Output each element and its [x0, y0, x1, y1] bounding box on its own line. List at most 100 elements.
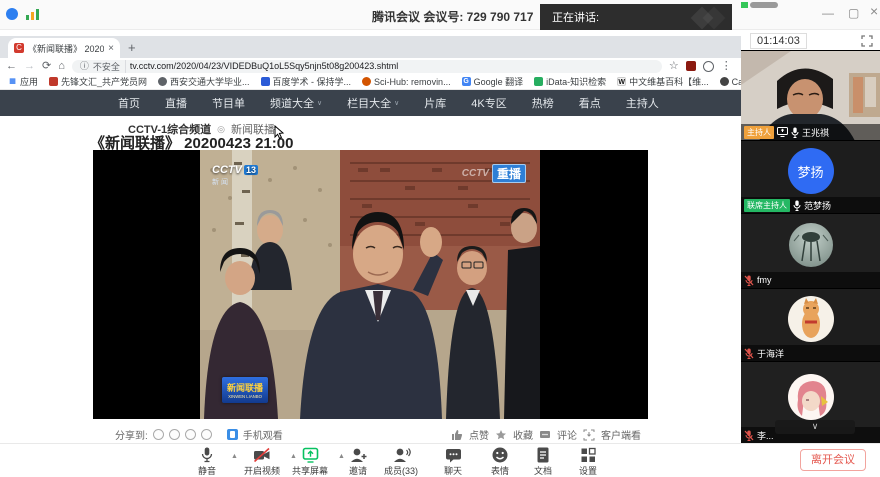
participant-sidebar: 主持人 王兆祺 梦扬 联席主持人 范梦扬 fmy: [741, 50, 880, 443]
tab-close-icon[interactable]: ×: [108, 43, 114, 54]
cctv-favicon: C: [14, 43, 24, 53]
leave-meeting-button[interactable]: 离开会议: [800, 449, 866, 471]
bookmarks-bar: ▦应用 先锋文汇_共产党员网 西安交通大学毕业... 百度学术 - 保持学...…: [0, 74, 741, 90]
minimize-button[interactable]: —: [822, 6, 834, 20]
share-wechat-icon[interactable]: [153, 429, 164, 440]
mobile-watch-icon[interactable]: [227, 429, 238, 440]
nav-library[interactable]: 片库: [424, 95, 446, 111]
url-text: tv.cctv.com/2020/04/23/VIDEDBuQ1oL5Sqy5n…: [130, 61, 398, 71]
client-download-icon[interactable]: [583, 429, 595, 441]
bookmark-item[interactable]: 西安交通大学毕业...: [158, 75, 250, 88]
maximize-button[interactable]: ▢: [848, 6, 859, 20]
participant-tile[interactable]: fmy: [741, 213, 880, 288]
cohost-badge: 联席主持人: [744, 199, 790, 212]
site-nav: 首页 直播 节目单 频道大全∨ 栏目大全∨ 片库 4K专区 热榜 看点 主持人: [0, 90, 741, 116]
channel-logo: CCTV13 新闻: [212, 164, 258, 187]
mouse-cursor: [274, 125, 285, 139]
meeting-top-bar: 腾讯会议 会议号: 729 790 717 正在讲话: — ▢ ×: [0, 0, 880, 30]
fullscreen-icon[interactable]: [861, 35, 873, 47]
meeting-title: 腾讯会议 会议号: 729 790 717: [372, 8, 533, 25]
participant-tile[interactable]: 于海洋: [741, 288, 880, 361]
emoji-button[interactable]: 表情: [478, 446, 522, 477]
participant-name: fmy: [757, 275, 772, 285]
info-icon[interactable]: ⓘ: [80, 59, 89, 73]
mobile-watch-label[interactable]: 手机观看: [243, 427, 283, 442]
bookmark-item[interactable]: 先锋文汇_共产党员网: [49, 75, 147, 88]
nav-schedule[interactable]: 节目单: [212, 95, 245, 111]
back-icon[interactable]: ←: [6, 59, 17, 73]
share-label: 分享到:: [115, 427, 148, 442]
meeting-timer: 01:14:03: [750, 33, 807, 49]
reload-icon[interactable]: ⟳: [42, 59, 51, 73]
nav-watch[interactable]: 看点: [579, 95, 601, 111]
profile-avatar-icon[interactable]: [703, 61, 714, 72]
chevron-down-icon: ∨: [317, 99, 322, 107]
home-icon[interactable]: ⌂: [58, 59, 65, 73]
browser-tab[interactable]: C 《新闻联播》 20200423 21:00 ×: [8, 38, 120, 58]
nav-channels[interactable]: 频道大全∨: [270, 95, 322, 111]
share-bar: 分享到: 手机观看 点赞 收藏 评论 客户端看: [0, 426, 741, 443]
members-button[interactable]: 成员(33): [375, 446, 427, 477]
participant-name: 范梦扬: [804, 199, 831, 212]
comment-label[interactable]: 评论: [557, 427, 577, 442]
share-qq-icon[interactable]: [185, 429, 196, 440]
client-watch-label[interactable]: 客户端看: [601, 427, 641, 442]
tab-strip: C 《新闻联播》 20200423 21:00 × +: [0, 36, 741, 58]
speaking-indicator: 正在讲话:: [540, 4, 732, 33]
bookmark-item[interactable]: 百度学术 - 保持学...: [261, 75, 352, 88]
bookmark-apps[interactable]: ▦应用: [8, 75, 38, 88]
avatar-photo: [788, 374, 834, 420]
share-qzone-icon[interactable]: [201, 429, 212, 440]
bookmark-item[interactable]: iData-知识检索: [534, 75, 606, 88]
collapse-video-list-button[interactable]: ∨: [775, 420, 855, 434]
chat-button[interactable]: 聊天: [431, 446, 475, 477]
nav-hot[interactable]: 热榜: [532, 95, 554, 111]
cctv-watermark: CCTV: [462, 168, 489, 179]
close-button[interactable]: ×: [870, 4, 878, 18]
participant-tile[interactable]: 主持人 王兆祺: [741, 50, 880, 140]
bookmark-item[interactable]: GGoogle 翻译: [462, 75, 524, 88]
docs-button[interactable]: 文档: [521, 446, 565, 477]
camera-off-icon: [252, 446, 272, 464]
nav-hosts[interactable]: 主持人: [626, 95, 659, 111]
favorite-label[interactable]: 收藏: [513, 427, 533, 442]
cctv-page: 首页 直播 节目单 频道大全∨ 栏目大全∨ 片库 4K专区 热榜 看点 主持人 …: [0, 90, 741, 443]
mic-muted-icon: [744, 430, 754, 441]
bookmark-item[interactable]: Sci-Hub: removin...: [362, 77, 451, 87]
settings-grid-icon: [579, 446, 597, 464]
share-screen-button[interactable]: 共享屏幕: [284, 446, 336, 477]
mute-button[interactable]: 静音: [185, 446, 229, 477]
settings-button[interactable]: 设置: [566, 446, 610, 477]
participant-name: 于海洋: [757, 347, 784, 360]
comment-icon[interactable]: [539, 429, 551, 441]
pdf-extension-icon[interactable]: [686, 61, 696, 71]
new-tab-button[interactable]: +: [128, 40, 136, 55]
invite-button[interactable]: 邀请: [336, 446, 380, 477]
participant-tile[interactable]: 梦扬 联席主持人 范梦扬: [741, 140, 880, 213]
start-video-button[interactable]: 开启视频: [236, 446, 288, 477]
share-weibo-icon[interactable]: [169, 429, 180, 440]
avatar-photo: [788, 296, 834, 342]
avatar: [788, 374, 834, 420]
bookmark-star-icon[interactable]: ☆: [669, 59, 679, 73]
nav-columns[interactable]: 栏目大全∨: [347, 95, 399, 111]
mic-muted-icon: [744, 275, 754, 286]
nav-4k[interactable]: 4K专区: [471, 95, 506, 111]
emoji-icon: [491, 446, 509, 464]
forward-icon[interactable]: →: [24, 59, 35, 73]
address-field[interactable]: ⓘ 不安全 tv.cctv.com/2020/04/23/VIDEDBuQ1oL…: [72, 60, 662, 73]
like-icon[interactable]: [451, 429, 463, 441]
nav-home[interactable]: 首页: [118, 95, 140, 111]
like-label[interactable]: 点赞: [469, 427, 489, 442]
bookmark-item[interactable]: W中文维基百科【维...: [617, 75, 709, 88]
security-label: 不安全: [93, 60, 126, 73]
favorite-star-icon[interactable]: [495, 429, 507, 441]
signal-bars-icon: [26, 8, 39, 20]
mic-on-icon: [793, 200, 801, 211]
chevron-down-icon: ∨: [394, 99, 399, 107]
nav-live[interactable]: 直播: [165, 95, 187, 111]
meeting-toolbar: 静音 ▲ 开启视频 ▲ 共享屏幕 ▲ 邀请 成员(33) 聊天 表情: [0, 443, 880, 477]
video-player[interactable]: CCTV13 新闻 CCTV 重播 新闻联播 XINWEN LIANBO: [93, 150, 648, 419]
avatar-photo: [789, 223, 833, 267]
browser-menu-icon[interactable]: ⋮: [721, 59, 732, 73]
